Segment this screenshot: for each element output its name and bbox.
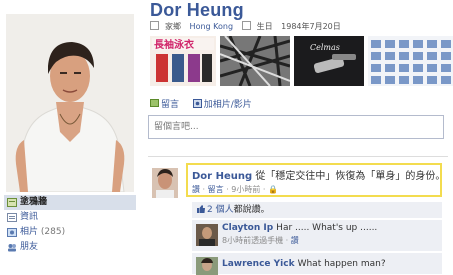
like-thumb-icon xyxy=(197,203,205,213)
nav-info[interactable]: 資訊 xyxy=(4,210,136,225)
feed-divider xyxy=(148,156,448,157)
info-icon xyxy=(7,213,17,222)
story-comment-link[interactable]: 留言 xyxy=(208,185,224,194)
tab-photo-label: 加相片/影片 xyxy=(203,100,252,110)
author-avatar-image xyxy=(152,168,178,198)
comment-item: Lawrence Yick What happen man? xyxy=(192,252,442,275)
story-meta: 讚 · 留言 · 9小時前 · 🔒 xyxy=(192,185,278,194)
hometown-label: 家鄉 xyxy=(165,22,181,31)
comment-timestamp: 8小時前透過手機 xyxy=(222,236,284,245)
swimwear-ad-image: 長袖泳衣 xyxy=(150,36,216,86)
publisher-tabs: 留言 加相片/影片 xyxy=(150,97,252,110)
story-body: 從「穩定交往中」恢復為「單身」的身份。 xyxy=(255,171,446,182)
hometown-value[interactable]: Hong Kong xyxy=(190,22,234,31)
strip-photo-1[interactable]: 長袖泳衣 xyxy=(150,36,216,86)
profile-info-line: 家鄉 Hong Kong 生日 1984年7月20日 xyxy=(150,21,347,32)
photo-strip: 長袖泳衣 Celmas xyxy=(150,36,453,88)
calendar-icon xyxy=(241,21,251,30)
story-author-avatar[interactable] xyxy=(152,168,178,198)
commenter-name: Clayton Ip Har ..... What's up ...... xyxy=(222,223,378,233)
tab-photo[interactable]: 加相片/影片 xyxy=(192,99,252,110)
tab-post[interactable]: 留言 xyxy=(150,99,182,110)
birthday-info: 生日 1984年7月20日 xyxy=(241,21,341,31)
profile-name: Dor Heung xyxy=(150,0,244,20)
story-timestamp: 9小時前 xyxy=(231,185,261,194)
post-icon xyxy=(150,99,159,108)
profile-photo[interactable] xyxy=(6,14,134,192)
commenter-avatar-image xyxy=(196,224,218,246)
left-column: 塗鴉牆 資訊 相片 (285) 朋友 xyxy=(0,0,138,274)
commenter-avatar[interactable] xyxy=(196,257,218,275)
nav-photos-count: (285) xyxy=(40,227,66,237)
nav-friends[interactable]: 朋友 xyxy=(4,240,136,255)
commenter-avatar-image xyxy=(196,257,218,275)
wall-icon xyxy=(7,198,17,207)
birthday-label: 生日 xyxy=(256,22,273,31)
strip-photo-2[interactable] xyxy=(220,36,290,86)
story-privacy-icon: 🔒 xyxy=(268,185,278,194)
nav-friends-label: 朋友 xyxy=(20,242,39,252)
watch-ad-image: Celmas xyxy=(294,36,364,86)
likes-suffix: 都說讚。 xyxy=(233,205,270,215)
story-like-link[interactable]: 讚 xyxy=(192,185,200,194)
comment-like-link[interactable]: 讚 xyxy=(291,236,299,245)
screenshot-grid-image xyxy=(368,36,453,86)
comment-text: Har ..... What's up ...... xyxy=(276,223,378,233)
hometown-info: 家鄉 Hong Kong xyxy=(150,21,236,31)
likes-count-link[interactable]: 2 個人 xyxy=(207,205,234,215)
tab-post-label: 留言 xyxy=(161,100,180,110)
photo-icon xyxy=(192,99,202,108)
commenter-name: Lawrence Yick What happen man? xyxy=(222,259,386,269)
likes-row: 2 個人都說讚。 xyxy=(192,202,442,218)
ad-banner-text: 長袖泳衣 xyxy=(154,38,194,51)
comment-item: Clayton Ip Har ..... What's up ...... 8小時… xyxy=(192,219,442,251)
photos-icon xyxy=(7,228,17,237)
nav-wall[interactable]: 塗鴉牆 xyxy=(4,195,136,210)
home-icon xyxy=(150,21,159,30)
nav-photos-label: 相片 xyxy=(20,227,39,237)
comment-text: What happen man? xyxy=(297,259,386,269)
comment-meta: 8小時前透過手機 · 讚 xyxy=(222,236,299,245)
friends-icon xyxy=(7,243,17,252)
strip-photo-3[interactable]: Celmas xyxy=(294,36,364,86)
status-story: Dor Heung 從「穩定交往中」恢復為「單身」的身份。 讚 · 留言 · 9… xyxy=(186,163,445,197)
status-input[interactable] xyxy=(148,115,444,139)
story-text: Dor Heung 從「穩定交往中」恢復為「單身」的身份。 xyxy=(192,167,445,182)
commenter-avatar[interactable] xyxy=(196,224,218,246)
nav-photos[interactable]: 相片 (285) xyxy=(4,225,136,240)
strip-photo-4[interactable] xyxy=(368,36,453,86)
nav-info-label: 資訊 xyxy=(20,212,39,222)
birthday-value: 1984年7月20日 xyxy=(281,22,341,31)
nav-wall-label: 塗鴉牆 xyxy=(20,197,48,207)
left-nav: 塗鴉牆 資訊 相片 (285) 朋友 xyxy=(4,195,136,255)
story-author-name[interactable]: Dor Heung xyxy=(192,171,252,182)
pattern-image xyxy=(220,36,290,86)
profile-photo-image xyxy=(6,14,134,192)
svg-text:Celmas: Celmas xyxy=(310,43,340,52)
